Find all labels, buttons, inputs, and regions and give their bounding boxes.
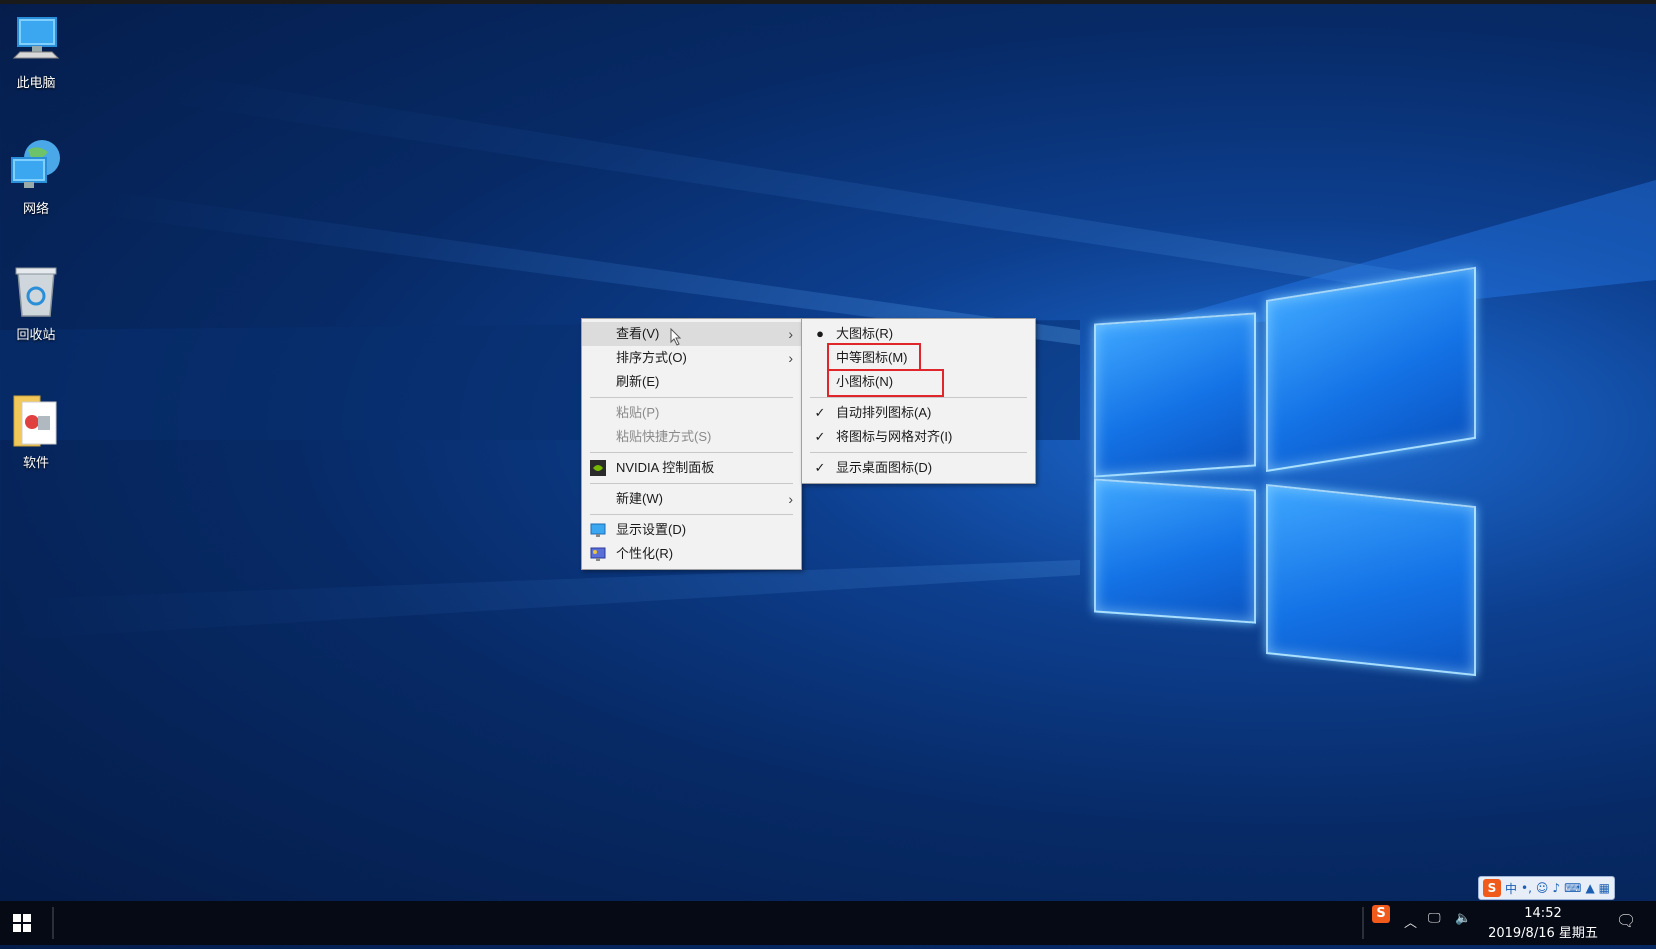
desktop-icon-recycle-bin[interactable]: 回收站 (4, 264, 68, 343)
chevron-right-icon: › (788, 326, 793, 342)
menu-item-label: 新建(W) (616, 491, 663, 506)
desktop-icon-network[interactable]: 网络 (4, 138, 68, 217)
chevron-right-icon: › (788, 350, 793, 366)
taskbar-divider (52, 907, 54, 939)
emoji-icon: ☺ (1535, 881, 1549, 895)
submenu-item-auto-arrange[interactable]: ✓ 自动排列图标(A) (802, 401, 1035, 425)
menu-item-label: 查看(V) (616, 326, 660, 341)
submenu-item-align-grid[interactable]: ✓ 将图标与网格对齐(I) (802, 425, 1035, 449)
ime-mode-label: 中 (1505, 881, 1518, 896)
clock-time: 14:52 (1524, 906, 1562, 921)
display-icon (590, 522, 606, 538)
chevron-right-icon: › (788, 491, 793, 507)
menu-separator (810, 397, 1027, 398)
menu-separator (590, 483, 793, 484)
windows-start-icon (13, 914, 31, 932)
menu-item-refresh[interactable]: 刷新(E) (582, 370, 801, 394)
menu-item-label: 大图标(R) (836, 326, 894, 341)
show-hidden-icons-chevron-icon[interactable]: ︿ (1404, 912, 1417, 931)
checkmark-icon: ✓ (814, 460, 826, 475)
taskbar-clock[interactable]: 14:52 2019/8/16 星期五 (1488, 901, 1598, 944)
desktop-icon-software[interactable]: 软件 (4, 392, 68, 471)
punctuation-icon: •, (1521, 881, 1532, 895)
menu-item-new[interactable]: 新建(W) › (582, 487, 801, 511)
ime-toolbar[interactable]: S 中 •, ☺ ♪ ⌨ ▲ ▦ (1478, 876, 1616, 900)
menu-separator (590, 397, 793, 398)
menu-item-label: 显示设置(D) (616, 522, 687, 537)
desktop-context-menu: 查看(V) › 排序方式(O) › 刷新(E) 粘贴(P) 粘贴快捷方式(S) … (581, 318, 802, 570)
desktop-icon-this-pc[interactable]: 此电脑 (4, 12, 68, 91)
menu-item-label: 将图标与网格对齐(I) (836, 429, 953, 444)
desktop-icon-label: 网络 (22, 202, 49, 217)
menu-item-nvidia[interactable]: NVIDIA 控制面板 (582, 456, 801, 480)
menu-item-label: 刷新(E) (616, 374, 660, 389)
start-button[interactable] (0, 901, 44, 945)
sogou-icon: S (1483, 879, 1501, 897)
action-center-icon[interactable]: 🗨 (1616, 911, 1636, 930)
checkmark-icon: ✓ (814, 405, 826, 420)
taskbar-divider (1362, 907, 1364, 939)
menu-separator (810, 452, 1027, 453)
personalize-icon (590, 546, 606, 562)
grid-icon: ▦ (1598, 881, 1611, 895)
menu-item-label: NVIDIA 控制面板 (616, 460, 715, 475)
desktop-icon-label: 软件 (22, 456, 49, 471)
menu-item-sort[interactable]: 排序方式(O) › (582, 346, 801, 370)
menu-item-display-settings[interactable]: 显示设置(D) (582, 518, 801, 542)
tray-sogou-icon[interactable]: S (1372, 905, 1390, 923)
menu-item-paste-shortcut: 粘贴快捷方式(S) (582, 425, 801, 449)
menu-separator (590, 514, 793, 515)
radio-dot-icon: ● (816, 326, 824, 341)
windows-logo-pane-bl (1094, 478, 1256, 624)
submenu-item-show-desktop-icons[interactable]: ✓ 显示桌面图标(D) (802, 456, 1035, 480)
recycle-bin-icon (8, 264, 64, 320)
menu-item-personalize[interactable]: 个性化(R) (582, 542, 801, 566)
checkmark-icon: ✓ (814, 429, 826, 444)
menu-item-view[interactable]: 查看(V) › (582, 322, 801, 346)
menu-separator (590, 452, 793, 453)
volume-icon[interactable]: 🔈 (1455, 911, 1471, 926)
highlight-box-medium-icons (827, 343, 921, 371)
desktop-icon-label: 此电脑 (16, 76, 56, 91)
menu-item-label: 显示桌面图标(D) (836, 460, 933, 475)
clock-date: 2019/8/16 星期五 (1488, 926, 1598, 941)
shirt-icon: ▲ (1585, 881, 1595, 895)
windows-logo-pane-br (1266, 484, 1476, 677)
menu-item-label: 粘贴(P) (616, 405, 660, 420)
taskbar: S ︿ 🖵 🔈 14:52 2019/8/16 星期五 🗨 (0, 901, 1656, 945)
computer-icon (8, 12, 64, 68)
menu-item-label: 自动排列图标(A) (836, 405, 932, 420)
top-border (0, 0, 1656, 4)
menu-item-paste: 粘贴(P) (582, 401, 801, 425)
microphone-icon: ♪ (1552, 881, 1561, 895)
menu-item-label: 个性化(R) (616, 546, 674, 561)
nvidia-icon (590, 460, 606, 476)
highlight-box-small-icons (827, 369, 944, 397)
network-tray-icon[interactable]: 🖵 (1428, 911, 1441, 926)
menu-item-label: 排序方式(O) (616, 350, 687, 365)
menu-item-label: 粘贴快捷方式(S) (616, 429, 712, 444)
keyboard-icon: ⌨ (1564, 881, 1582, 895)
mouse-cursor-icon (670, 328, 682, 346)
folder-icon (8, 392, 64, 448)
desktop-icon-label: 回收站 (16, 328, 56, 343)
network-icon (8, 138, 64, 194)
windows-logo-pane-tl (1094, 312, 1256, 478)
windows-logo-pane-tr (1266, 266, 1476, 472)
